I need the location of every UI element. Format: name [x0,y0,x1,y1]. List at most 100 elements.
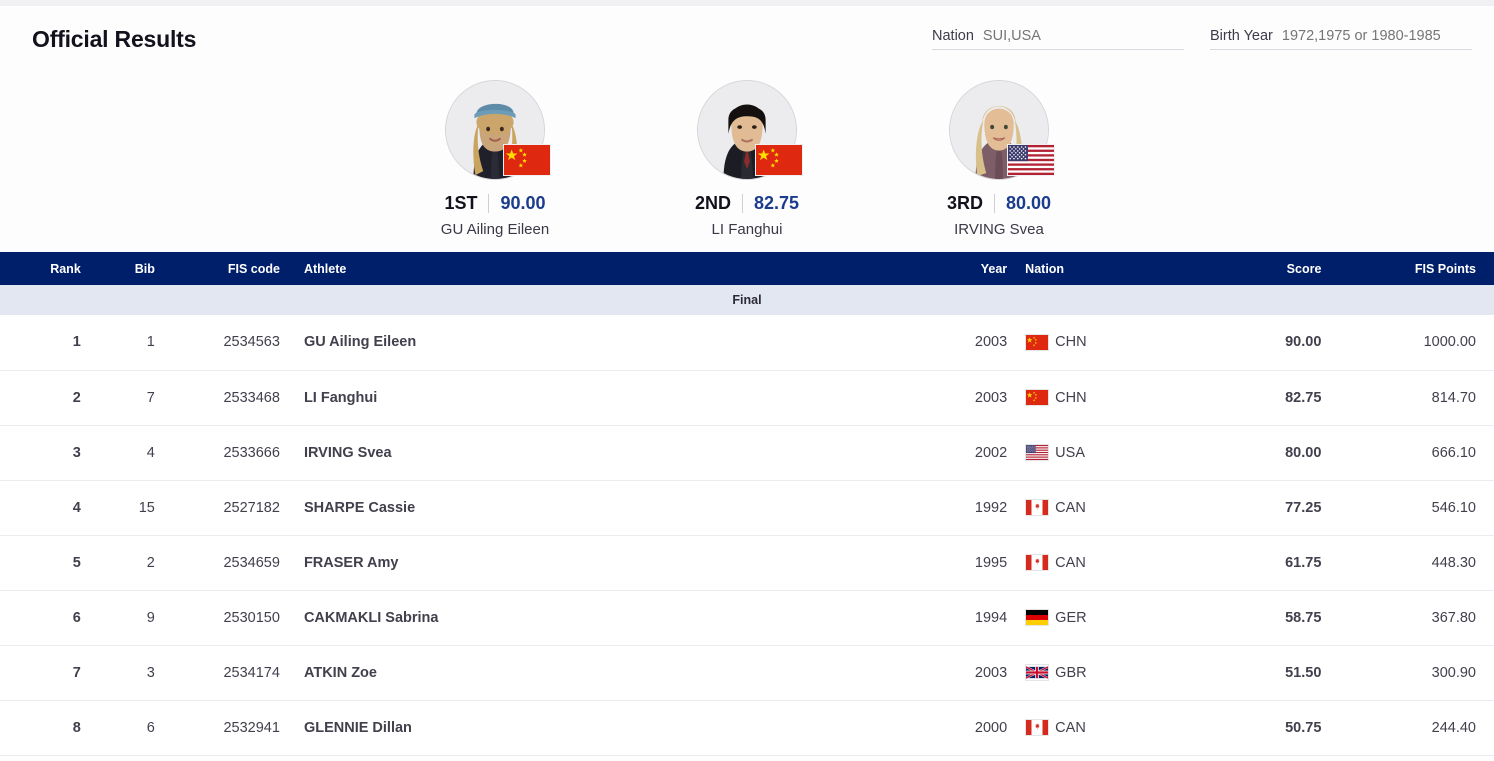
cell-score: 50.75 [1153,700,1340,756]
cell-athlete: GLENNIE Dillan [303,700,727,756]
col-header-fis-code[interactable]: FIS code [164,252,304,285]
cell-athlete: FRASER Amy [303,535,727,591]
col-header-bib[interactable]: Bib [94,252,165,285]
birth-year-filter-label: Birth Year [1210,28,1273,44]
cell-fis-points: 300.90 [1339,645,1494,701]
col-header-athlete[interactable]: Athlete [303,252,727,285]
flag-ger-icon [1025,609,1050,626]
podium-scoreline-1: 1ST 90.00 [444,193,546,214]
cell-fis-points: 448.30 [1339,535,1494,591]
cell-bib: 9 [94,590,165,646]
cell-nation: GER [1025,590,1154,646]
cell-fis-points: 814.70 [1339,370,1494,426]
cell-fis-points: 244.40 [1339,700,1494,756]
table-row[interactable]: 6 9 2530150 CAKMAKLI Sabrina 1994 GER 58.75 367… [0,590,1494,646]
podium-score-3: 80.00 [1005,193,1052,213]
cell-rank: 3 [0,425,95,481]
cell-fis-points: 546.10 [1339,480,1494,536]
table-row[interactable]: 5 2 2534659 FRASER Amy 1995 CAN 61.75 448.30 [0,535,1494,591]
cell-rank: 1 [0,315,95,371]
flag-gbr-icon [1025,664,1050,681]
divider [488,194,490,213]
table-row[interactable]: 2 7 2533468 LI Fanghui 2003 CHN 82.75 814.70 [0,370,1494,426]
podium-rank-1: 1ST [444,193,478,213]
flag-can-icon [1025,554,1050,571]
cell-rank: 2 [0,370,95,426]
col-header-rank[interactable]: Rank [0,252,95,285]
cell-fis-code: 2527182 [164,480,304,536]
divider [741,194,743,213]
flag-chn-icon [755,144,803,176]
nation-code: GBR [1055,664,1087,681]
cell-fis-code: 2534563 [164,315,304,371]
podium-name-1: GU Ailing Eileen [440,221,550,238]
page-header: Official Results Nation Birth Year [0,6,1494,72]
col-header-year[interactable]: Year [726,252,1026,285]
table-row[interactable]: 1 1 2534563 GU Ailing Eileen 2003 CHN 90.00 100… [0,315,1494,371]
nation-filter-input[interactable] [982,28,1184,44]
cell-fis-code: 2534659 [164,535,304,591]
birth-year-filter-input[interactable] [1281,28,1472,44]
cell-rank: 4 [0,480,95,536]
podium-item-3[interactable]: 3RD 80.00 IRVING Svea [899,80,1099,238]
cell-score: 51.50 [1153,645,1340,701]
cell-nation: CAN [1025,535,1154,591]
podium-rank-2: 2ND [694,193,731,213]
podium-item-2[interactable]: 2ND 82.75 LI Fanghui [647,80,847,238]
cell-bib: 3 [94,645,165,701]
podium-item-1[interactable]: 1ST 90.00 GU Ailing Eileen [395,80,595,238]
cell-rank: 6 [0,590,95,646]
table-row[interactable]: 3 4 2533666 IRVING Svea 2002 USA 80.00 666.10 [0,425,1494,481]
table-header-row: Rank Bib FIS code Athlete Year Nation Sc… [0,252,1494,285]
results-table-head: Rank Bib FIS code Athlete Year Nation Sc… [0,252,1494,285]
podium-rank-3: 3RD [946,193,983,213]
nation-filter[interactable]: Nation [932,28,1184,50]
nation-code: GER [1055,609,1087,626]
cell-rank: 7 [0,645,95,701]
table-row[interactable]: 8 6 2532941 GLENNIE Dillan 2000 CAN 50.75 244.4… [0,700,1494,756]
cell-nation: USA [1025,425,1154,481]
flag-can-icon [1025,499,1050,516]
nation-code: CHN [1055,389,1087,406]
podium-scoreline-2: 2ND 82.75 [695,193,799,214]
col-header-fis-points[interactable]: FIS Points [1339,252,1494,285]
birth-year-filter[interactable]: Birth Year [1210,28,1472,50]
col-header-nation[interactable]: Nation [1025,252,1154,285]
cell-fis-points: 1000.00 [1339,315,1494,371]
cell-athlete: ATKIN Zoe [303,645,727,701]
cell-nation: CAN [1025,480,1154,536]
results-card: Official Results Nation Birth Year [0,6,1494,761]
cell-bib: 15 [94,480,165,536]
col-header-score[interactable]: Score [1153,252,1340,285]
cell-athlete: GU Ailing Eileen [303,315,727,371]
cell-year: 2003 [726,315,1026,371]
cell-year: 2003 [726,645,1026,701]
podium-section: 1ST 90.00 GU Ailing Eileen 2ND 82.75 LI … [0,72,1494,252]
podium-name-3: IRVING Svea [954,221,1044,238]
flag-chn-icon [1025,333,1050,351]
cell-score: 82.75 [1153,370,1340,426]
podium-avatar-wrap-1 [445,80,551,180]
divider [993,194,995,213]
cell-year: 2002 [726,425,1026,481]
podium-score-2: 82.75 [753,193,800,213]
podium-avatar-wrap-2 [697,80,803,180]
cell-score: 77.25 [1153,480,1340,536]
cell-fis-points: 367.80 [1339,590,1494,646]
cell-score: 61.75 [1153,535,1340,591]
flag-can-icon [1025,719,1050,736]
results-table-body: Final 1 1 2534563 GU Ailing Eileen 2003 CHN 90… [0,285,1494,756]
results-page: Official Results Nation Birth Year [0,0,1494,761]
podium-score-1: 90.00 [500,193,546,213]
results-table: Rank Bib FIS code Athlete Year Nation Sc… [0,252,1494,756]
podium-scoreline-3: 3RD 80.00 [947,193,1051,214]
cell-nation: CHN [1025,315,1154,371]
table-row[interactable]: 4 15 2527182 SHARPE Cassie 1992 CAN 77.25 546.1… [0,480,1494,536]
cell-nation: CAN [1025,700,1154,756]
cell-nation: GBR [1025,645,1154,701]
nation-code: CAN [1055,554,1086,571]
cell-rank: 5 [0,535,95,591]
table-row[interactable]: 7 3 2534174 ATKIN Zoe 2003 GBR 51.50 300.90 [0,645,1494,701]
cell-athlete: SHARPE Cassie [303,480,727,536]
cell-bib: 7 [94,370,165,426]
